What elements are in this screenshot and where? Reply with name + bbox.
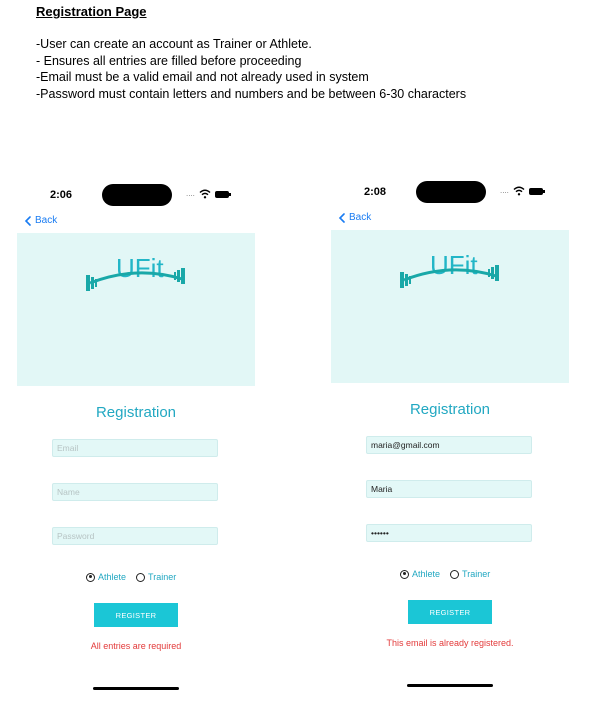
radio-trainer[interactable]: Trainer (136, 572, 176, 582)
signal-icon: .... (186, 189, 195, 198)
phone-screen-empty: 2:06 .... Back UFit Registration Athlete… (16, 175, 256, 705)
note-line: -Password must contain letters and numbe… (36, 86, 467, 101)
role-selector: Athlete Trainer (400, 569, 500, 579)
name-field[interactable] (366, 480, 532, 498)
radio-label-athlete: Athlete (412, 569, 441, 579)
back-label: Back (35, 215, 58, 226)
error-message: All entries are required (90, 641, 182, 651)
wifi-icon (199, 189, 211, 199)
radio-trainer[interactable]: Trainer (450, 569, 490, 579)
email-field[interactable] (366, 436, 532, 454)
doc-notes: -User can create an account as Trainer o… (36, 36, 466, 102)
page-title: Registration (95, 404, 177, 421)
radio-selected-icon (86, 572, 95, 582)
phone-screen-filled: 2:08 .... Back UFit Registration Athlete… (330, 172, 570, 702)
radio-unselected-icon (450, 569, 460, 579)
logo-text: UFit (116, 253, 164, 283)
battery-icon (214, 190, 231, 198)
barbell-logo-icon: UFit (86, 253, 185, 291)
home-indicator (93, 687, 179, 690)
doc-heading: Registration Page (36, 4, 147, 19)
barbell-logo-icon: UFit (400, 250, 499, 288)
status-icons: .... (186, 189, 231, 199)
status-icons: .... (500, 186, 545, 196)
radio-athlete[interactable]: Athlete (86, 572, 126, 582)
radio-label-athlete: Athlete (98, 572, 127, 582)
password-field[interactable] (52, 527, 218, 545)
radio-label-trainer: Trainer (148, 572, 177, 582)
phone-notch (416, 181, 486, 203)
role-selector: Athlete Trainer (86, 572, 186, 582)
register-button[interactable]: REGISTER (94, 603, 178, 627)
radio-selected-icon (400, 569, 409, 579)
error-message: This email is already registered. (386, 638, 514, 648)
note-line: -User can create an account as Trainer o… (36, 37, 312, 51)
email-field[interactable] (52, 439, 218, 457)
radio-label-trainer: Trainer (462, 569, 491, 579)
phone-notch (102, 184, 172, 206)
back-label: Back (349, 212, 372, 223)
back-button[interactable]: Back (24, 215, 57, 226)
page-title: Registration (409, 401, 491, 418)
note-line: - Ensures all entries are filled before … (36, 53, 302, 68)
signal-icon: .... (500, 186, 509, 195)
radio-unselected-icon (136, 572, 146, 582)
status-time: 2:06 (50, 189, 73, 201)
wifi-icon (513, 186, 525, 196)
home-indicator (407, 684, 493, 687)
back-chevron-icon (338, 212, 345, 223)
note-line: -Email must be a valid email and not alr… (36, 70, 369, 84)
battery-icon (528, 187, 545, 195)
back-chevron-icon (24, 215, 31, 226)
register-button[interactable]: REGISTER (408, 600, 492, 624)
name-field[interactable] (52, 483, 218, 501)
radio-athlete[interactable]: Athlete (400, 569, 440, 579)
logo-text: UFit (430, 250, 478, 280)
status-time: 2:08 (364, 186, 387, 198)
back-button[interactable]: Back (338, 212, 371, 223)
password-field[interactable] (366, 524, 532, 542)
